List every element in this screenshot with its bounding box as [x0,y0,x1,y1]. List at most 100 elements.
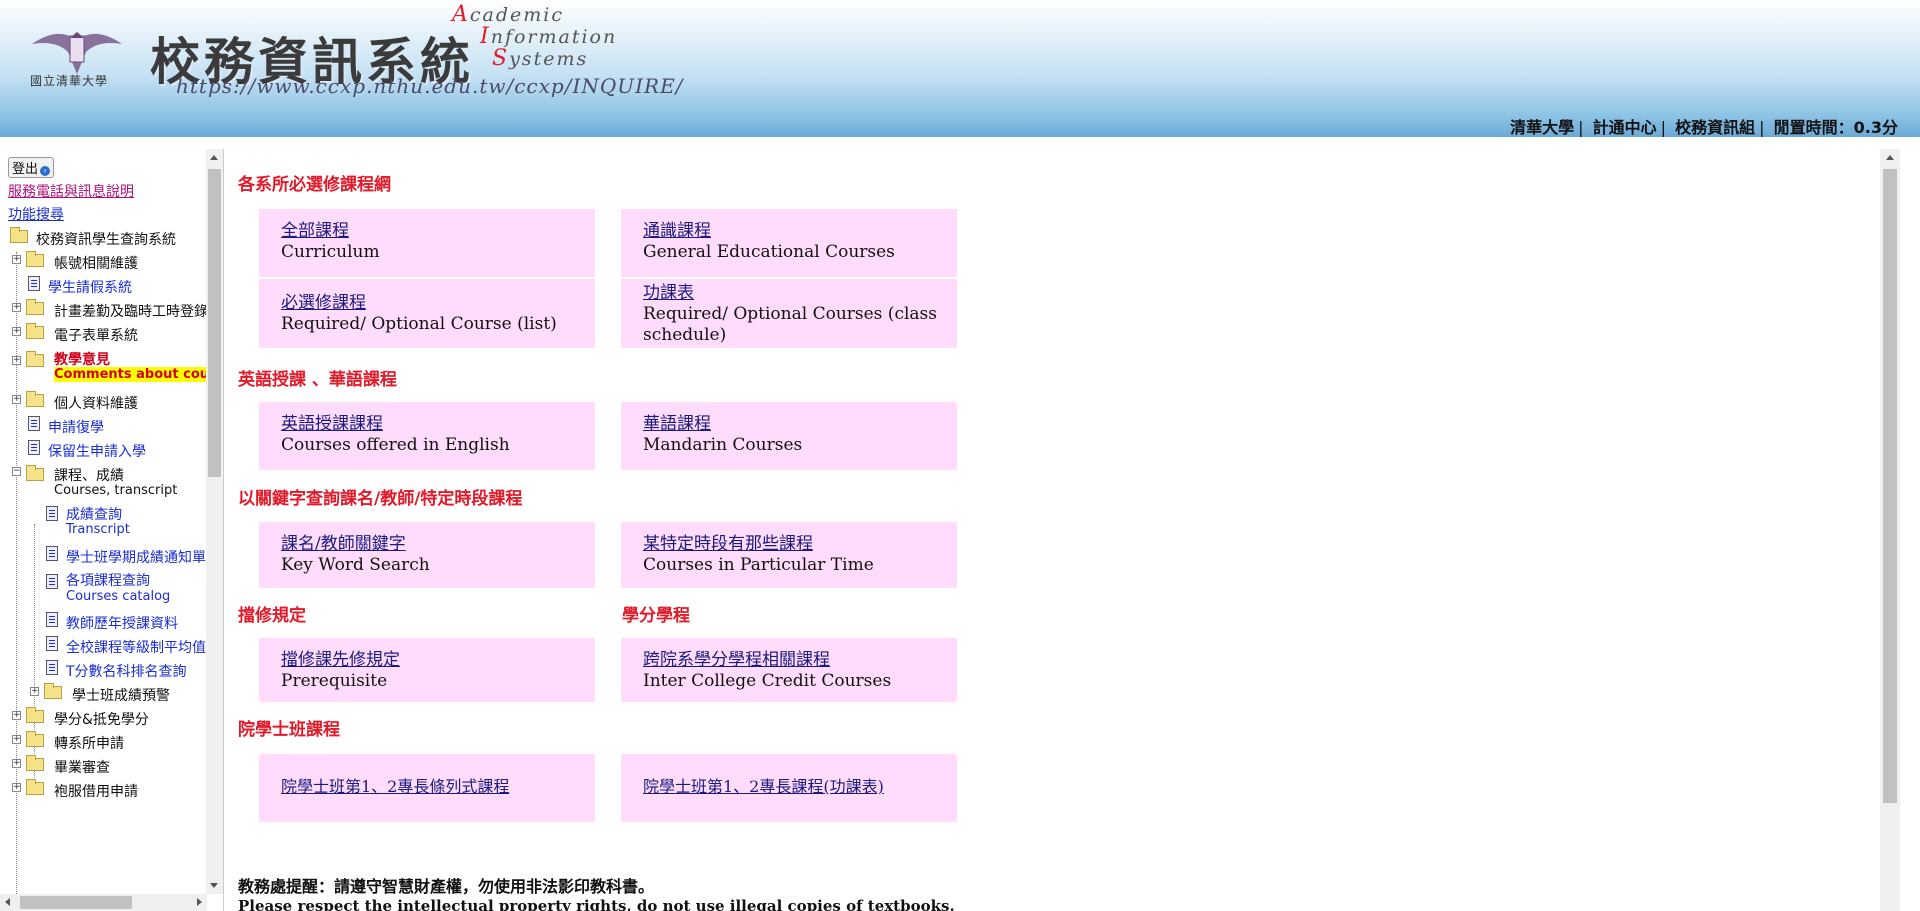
tree-item-project[interactable]: + 計畫差勤及臨時工時登錄 [8,298,208,322]
folder-icon [44,683,62,699]
tree-item-tscore[interactable]: T分數名科排名查詢 [8,658,204,682]
sidebar-horizontal-scrollbar[interactable] [0,894,207,911]
card-curriculum: 全部課程 Curriculum [259,209,595,277]
collapse-icon[interactable]: − [12,467,21,476]
expand-icon[interactable]: + [12,303,21,312]
expand-icon[interactable]: + [12,255,21,264]
expand-icon[interactable]: + [12,356,21,365]
header-links: 清華大學 | 計通中心 | 校務資訊組 | 閒置時間：0.3分 [1510,118,1898,137]
document-icon [46,546,58,561]
document-icon [46,574,58,589]
expand-icon[interactable]: + [12,759,21,768]
sidebar-vertical-scrollbar[interactable] [206,149,223,894]
tree-item-reinstate[interactable]: 申請復學 [8,414,204,438]
tree-item-gown[interactable]: + 袍服借用申請 [8,778,204,802]
particular-time-link[interactable]: 某特定時段有那些課程 [643,534,813,554]
expand-icon[interactable]: + [12,783,21,792]
card-en-label: General Educational Courses [643,242,895,262]
scroll-up-icon[interactable] [1886,155,1894,160]
tree-item-personal[interactable]: + 個人資料維護 [8,390,204,414]
tree-item-transcript[interactable]: 成績查詢 Transcript [8,504,204,544]
tree-item-label: 各項課程查詢 [66,573,150,589]
card-en-label: Required/ Optional Courses (class schedu… [643,304,937,345]
tree-item-warning[interactable]: + 學士班成績預警 [8,682,204,706]
main-vertical-scrollbar[interactable] [1880,149,1900,911]
expand-icon[interactable]: + [30,687,39,696]
required-list-link[interactable]: 必選修課程 [281,293,366,313]
mandarin-courses-link[interactable]: 華語課程 [643,414,711,434]
tree-item-label: 課程、成績 [54,468,124,484]
tree-item-label: 帳號相關維護 [54,256,138,272]
college-schedule-link[interactable]: 院學士班第1、2專長課程(功課表) [643,777,884,796]
title-cap-a: A [452,2,470,27]
scroll-right-icon[interactable] [197,898,202,906]
scrollbar-thumb[interactable] [208,169,221,477]
scroll-up-icon[interactable] [210,155,218,160]
folder-open-icon [26,465,44,481]
link-nthu[interactable]: 清華大學 [1510,118,1574,137]
folder-icon [26,299,44,315]
folder-icon [26,351,44,367]
folder-icon [26,707,44,723]
expand-icon[interactable]: + [12,395,21,404]
card-english: 英語授課課程 Courses offered in English [259,402,595,470]
section-title-college: 院學士班課程 [238,720,340,740]
scroll-left-icon[interactable] [5,898,10,906]
tree-item-leave[interactable]: 學生請假系統 [8,274,204,298]
title-rest-s: ystems [509,48,589,70]
folder-icon [26,323,44,339]
link-academic-info[interactable]: 校務資訊組 [1675,118,1755,137]
tree-item-grade-avg[interactable]: 全校課程等級制平均值 [8,634,206,658]
tree-item-label: 成績查詢 [66,507,122,523]
prerequisite-link[interactable]: 擋修課先修規定 [281,650,400,670]
tree-item-teaching[interactable]: + 教學意見 Comments about courses [8,346,223,390]
document-icon [28,416,40,431]
tree-item-eform[interactable]: + 電子表單系統 [8,322,204,346]
general-education-link[interactable]: 通識課程 [643,221,711,241]
tree-item-transfer[interactable]: + 轉系所申請 [8,730,204,754]
college-list-link[interactable]: 院學士班第1、2專長條列式課程 [281,777,509,796]
english-courses-link[interactable]: 英語授課課程 [281,414,383,434]
expand-icon[interactable]: + [12,327,21,336]
card-en-label: Required/ Optional Course (list) [281,314,557,334]
keyword-search-link[interactable]: 課名/教師關鍵字 [281,534,406,554]
tree-item-label: 學生請假系統 [48,280,132,296]
function-search-link[interactable]: 功能搜尋 [8,204,204,224]
expand-icon[interactable]: + [12,711,21,720]
service-info-link[interactable]: 服務電話與訊息說明 [8,181,204,201]
tree-item-courses[interactable]: − 課程、成績 Courses, transcript [8,462,204,504]
card-keyword: 課名/教師關鍵字 Key Word Search [259,522,595,588]
scroll-down-icon[interactable] [210,883,218,888]
page-header: 國立清華大學 校務資訊系統 Academic Information Syste… [0,0,1920,137]
card-required-list: 必選修課程 Required/ Optional Course (list) [259,279,595,348]
tree-item-account[interactable]: + 帳號相關維護 [8,250,204,274]
folder-icon [26,391,44,407]
inter-college-link[interactable]: 跨院系學分學程相關課程 [643,650,830,670]
tree-item-credit[interactable]: + 學分&抵免學分 [8,706,204,730]
document-icon [46,636,58,651]
scrollbar-thumb[interactable] [1883,169,1897,803]
curriculum-link[interactable]: 全部課程 [281,221,349,241]
tree-item-label: 袍服借用申請 [54,784,138,800]
logout-button[interactable]: 登出 › [8,157,55,178]
tree-item-label: 學士班學期成績通知單 [66,550,206,566]
tree-item-label: 計畫差勤及臨時工時登錄 [54,304,208,320]
tree-item-teacher-history[interactable]: 教師歷年授課資料 [8,610,204,634]
title-rest-a: cademic [469,4,565,26]
scrollbar-thumb[interactable] [20,896,132,909]
tree-item-bachelor-notice[interactable]: 學士班學期成績通知單 [8,544,206,568]
notice-english: Please respect the intellectual property… [238,897,955,911]
section-title-english: 英語授課 、華語課程 [238,370,397,390]
tree-root[interactable]: 校務資訊學生查詢系統 [8,226,204,250]
link-computer-center[interactable]: 計通中心 [1593,118,1657,137]
tree-item-reserve[interactable]: 保留生申請入學 [8,438,204,462]
tree-item-graduation[interactable]: + 畢業審查 [8,754,204,778]
tree-item-label: 電子表單系統 [54,328,138,344]
expand-icon[interactable]: + [12,735,21,744]
card-en-label: Mandarin Courses [643,435,803,455]
section-title-credit-program: 學分學程 [622,606,690,626]
required-schedule-link[interactable]: 功課表 [643,283,694,303]
notice-chinese: 教務處提醒：請遵守智慧財產權，勿使用非法影印教科書。 [238,877,655,896]
main-content: 各系所必選修課程網 全部課程 Curriculum 通識課程 General E… [226,149,1900,911]
tree-item-catalog[interactable]: 各項課程查詢 Courses catalog [8,568,204,610]
